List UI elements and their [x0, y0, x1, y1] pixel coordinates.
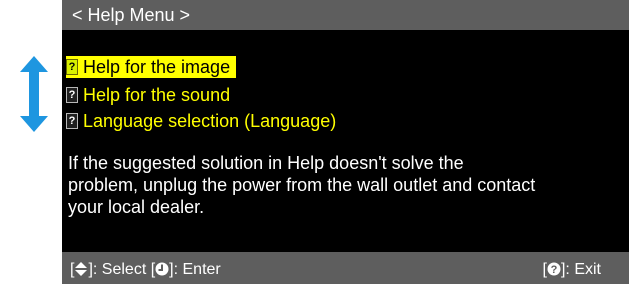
select-key-label: ]: Select — [88, 261, 147, 278]
help-message-line: If the suggested solution in Help doesn'… — [68, 153, 464, 173]
question-mark-icon: ? — [66, 87, 78, 103]
footer-exit: [?]: Exit — [543, 260, 601, 280]
page-title: < Help Menu > — [72, 5, 191, 25]
footer-controls: []: Select []: Enter — [70, 260, 221, 280]
question-mark-icon: ? — [66, 113, 78, 129]
help-key-icon: ? — [547, 262, 561, 276]
menu-item-language[interactable]: ? Language selection (Language) — [66, 110, 342, 132]
help-menu-panel: < Help Menu > ? Help for the image ? Hel… — [62, 0, 629, 284]
enter-key-label: ]: Enter — [169, 261, 221, 278]
question-mark-icon: ? — [66, 59, 78, 75]
help-message-line: your local dealer. — [68, 197, 205, 217]
up-down-key-icon — [75, 262, 88, 276]
title-bar: < Help Menu > — [62, 0, 629, 30]
enter-key-icon — [155, 262, 169, 276]
menu-item-help-image[interactable]: ? Help for the image — [66, 56, 237, 78]
help-message: If the suggested solution in Help doesn'… — [62, 152, 629, 218]
menu-item-label: Help for the image — [83, 57, 231, 77]
exit-key-label: ]: Exit — [560, 261, 601, 278]
menu-item-help-sound[interactable]: ? Help for the sound — [66, 84, 236, 106]
up-down-arrow-icon — [20, 56, 48, 132]
svg-text:?: ? — [551, 264, 558, 276]
menu-item-label: Help for the sound — [83, 85, 231, 105]
menu-item-label: Language selection (Language) — [83, 111, 337, 131]
footer-bar: []: Select []: Enter [?]: Exit — [62, 252, 629, 284]
help-message-line: problem, unplug the power from the wall … — [68, 175, 536, 195]
